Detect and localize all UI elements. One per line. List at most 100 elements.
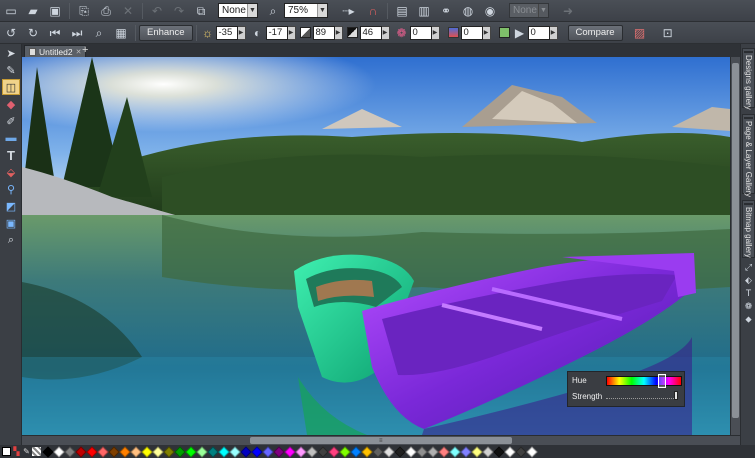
new-document-icon[interactable]: ▭	[2, 2, 20, 20]
palette-swatch[interactable]	[426, 445, 439, 458]
strength-slider-handle[interactable]	[674, 391, 678, 400]
preview-icon[interactable]: ◉	[481, 2, 499, 20]
palette-swatch[interactable]	[140, 445, 153, 458]
palette-swatch[interactable]	[448, 445, 461, 458]
horizontal-scrollbar[interactable]: ≡	[22, 435, 740, 445]
no-color-icon[interactable]	[2, 447, 11, 456]
photo-tool-icon[interactable]: ◫	[2, 79, 20, 95]
page-layer-gallery-tab[interactable]: Page & Layer Gallery	[742, 114, 755, 197]
palette-swatch[interactable]	[261, 445, 274, 458]
palette-swatch[interactable]	[371, 445, 384, 458]
transparency-tool-icon[interactable]: ⚲	[2, 181, 20, 197]
contrast-field[interactable]: -17	[265, 25, 288, 40]
temperature-spinner[interactable]: ▶	[431, 25, 440, 40]
new-tab-button[interactable]: +	[82, 44, 88, 56]
open-folder-icon[interactable]: ▰	[24, 2, 42, 20]
pattern-icon[interactable]	[32, 447, 41, 456]
palette-swatch[interactable]	[107, 445, 120, 458]
redo-icon[interactable]: ↷	[170, 2, 188, 20]
palette-swatch[interactable]	[173, 445, 186, 458]
saturation-spinner[interactable]: ▶	[334, 25, 343, 40]
palette-swatch[interactable]	[41, 445, 54, 458]
contrast-spinner[interactable]: ▶	[287, 25, 296, 40]
palette-swatch[interactable]	[503, 445, 516, 458]
vertical-scrollbar[interactable]	[730, 57, 740, 435]
brightness-field[interactable]: -35	[215, 25, 238, 40]
bevel-tool-icon[interactable]: ▣	[2, 215, 20, 231]
histogram-icon[interactable]: ▨	[631, 24, 649, 42]
shadow-tool-icon[interactable]: ◩	[2, 198, 20, 214]
eraser-tool-icon[interactable]: ◆	[2, 96, 20, 112]
palette-swatch[interactable]	[74, 445, 87, 458]
blur-field[interactable]: 0	[527, 25, 550, 40]
pen-tool-icon[interactable]: ✎	[2, 62, 20, 78]
rotate-right-icon[interactable]: ↻	[24, 24, 42, 42]
link-icon[interactable]: ⚭	[437, 2, 455, 20]
palette-swatch[interactable]	[470, 445, 483, 458]
delete-icon[interactable]: ✕	[119, 2, 137, 20]
zoom-tool-icon[interactable]: ⌕	[2, 232, 20, 248]
vertical-scroll-thumb[interactable]	[732, 63, 739, 418]
attributes-icon[interactable]: ⬖	[743, 275, 754, 285]
sharpen-spinner[interactable]: ▶	[381, 25, 390, 40]
sharpen-field[interactable]: 46	[359, 25, 382, 40]
close-tab-icon[interactable]: ✕	[76, 48, 82, 56]
palette-swatch[interactable]	[206, 445, 219, 458]
palette-swatch[interactable]	[129, 445, 142, 458]
document-tab[interactable]: Untitled2 ✕	[24, 45, 87, 57]
photo-tool-icon[interactable]: ▦	[112, 24, 130, 42]
palette-swatch[interactable]	[162, 445, 175, 458]
page-props-icon[interactable]: ▥	[415, 2, 433, 20]
zoom-select[interactable]: 75% ▼	[284, 3, 328, 18]
palette-swatch[interactable]	[481, 445, 494, 458]
palette-swatch[interactable]	[349, 445, 362, 458]
export-icon[interactable]: ⎙	[97, 2, 115, 20]
fill-tool-icon[interactable]: ⬙	[2, 164, 20, 180]
enhance-button[interactable]: Enhance	[139, 24, 193, 41]
rectangle-tool-icon[interactable]: ▬	[2, 130, 20, 146]
zoom-icon[interactable]: ⌕	[264, 2, 282, 20]
fill-icon[interactable]: ⬥	[743, 314, 754, 324]
web-icon[interactable]: ◍	[459, 2, 477, 20]
crop-icon[interactable]: ⊡	[659, 24, 677, 42]
transform-icon[interactable]: ⤢	[743, 262, 754, 272]
snap-icon[interactable]: ┈▸	[336, 2, 360, 20]
palette-swatch[interactable]	[217, 445, 230, 458]
palette-swatch[interactable]	[228, 445, 241, 458]
palette-swatch[interactable]	[338, 445, 351, 458]
palette-swatch[interactable]	[250, 445, 263, 458]
previous-icon[interactable]: ⏮	[46, 24, 64, 42]
quality-select[interactable]: None ▼	[218, 3, 258, 18]
color-editor-icon[interactable]: ▚	[12, 447, 21, 456]
palette-swatch[interactable]	[283, 445, 296, 458]
brush-tool-icon[interactable]: ✐	[2, 113, 20, 129]
palette-swatch[interactable]	[492, 445, 505, 458]
temperature-field[interactable]: 0	[409, 25, 432, 40]
palette-swatch[interactable]	[151, 445, 164, 458]
saturation-field[interactable]: 89	[312, 25, 335, 40]
palette-swatch[interactable]	[404, 445, 417, 458]
palette-swatch[interactable]	[459, 445, 472, 458]
palette-swatch[interactable]	[272, 445, 285, 458]
undo-icon[interactable]: ↶	[148, 2, 166, 20]
palette-swatch[interactable]	[195, 445, 208, 458]
palette-swatch[interactable]	[415, 445, 428, 458]
fonts-icon[interactable]: T	[743, 288, 754, 298]
designs-gallery-tab[interactable]: Designs gallery	[742, 48, 755, 110]
palette-swatch[interactable]	[514, 445, 527, 458]
palette-swatch[interactable]	[96, 445, 109, 458]
palette-swatch[interactable]	[437, 445, 450, 458]
palette-swatch[interactable]	[393, 445, 406, 458]
blur-spinner[interactable]: ▶	[549, 25, 558, 40]
tint-field[interactable]: 0	[460, 25, 483, 40]
palette-swatch[interactable]	[382, 445, 395, 458]
brightness-spinner[interactable]: ▶	[237, 25, 246, 40]
palette-swatch[interactable]	[63, 445, 76, 458]
next-icon[interactable]: ⏭	[68, 24, 86, 42]
palette-swatch[interactable]	[305, 445, 318, 458]
resize-icon[interactable]: ⧉	[192, 2, 210, 20]
palette-swatch[interactable]	[525, 445, 538, 458]
palette-swatch[interactable]	[360, 445, 373, 458]
eyedropper-icon[interactable]: ✎	[22, 447, 31, 456]
hue-slider[interactable]	[606, 374, 682, 388]
